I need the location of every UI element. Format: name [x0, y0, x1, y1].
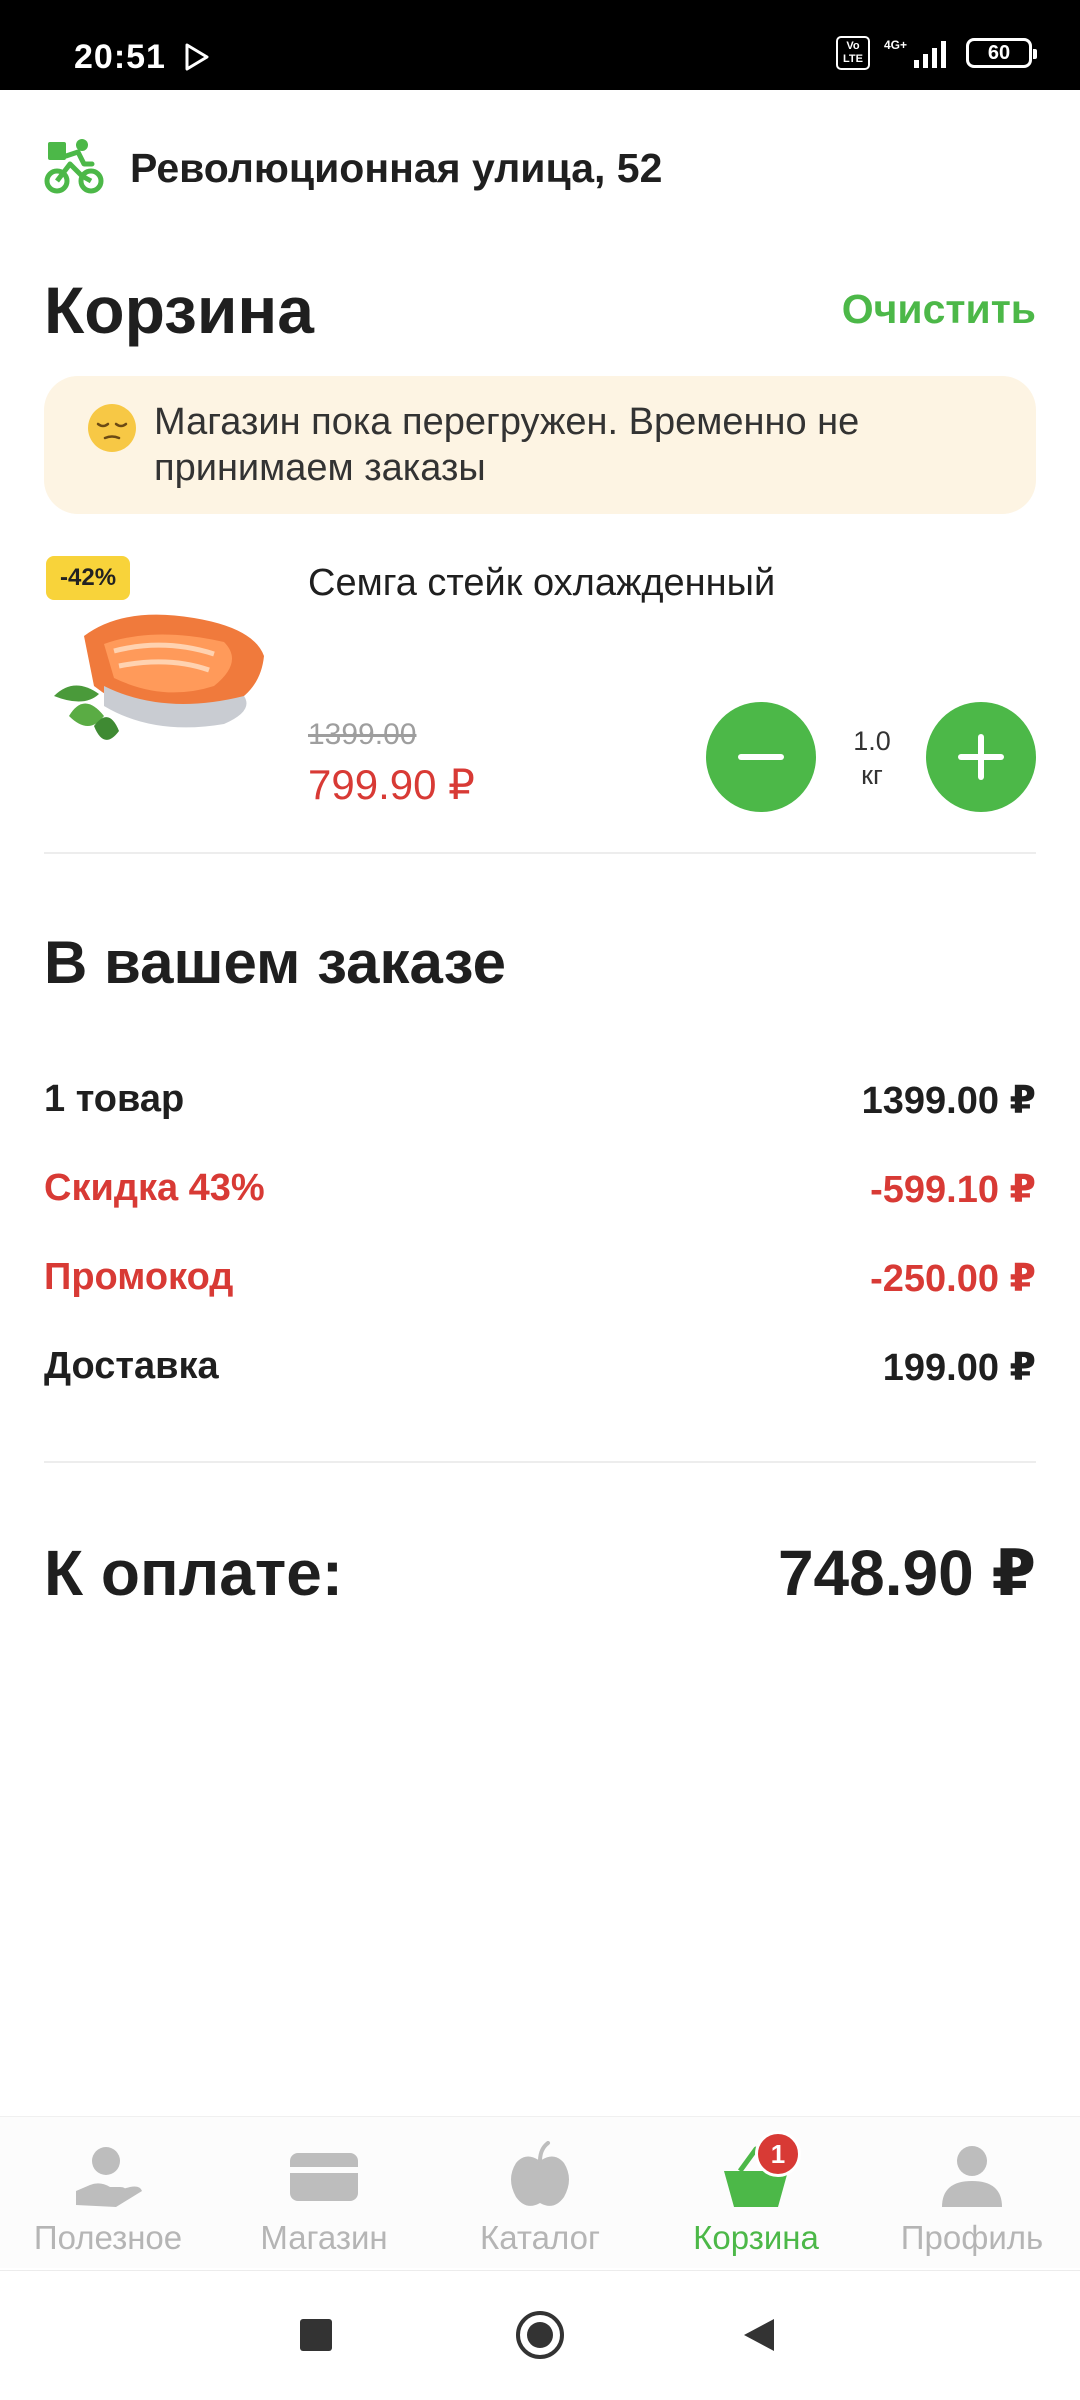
summary-label: Скидка 43%	[44, 1167, 265, 1209]
hand-heart-icon	[63, 2137, 153, 2217]
play-store-icon	[183, 43, 211, 76]
basket-icon: 1	[711, 2131, 801, 2217]
summary-label: 1 товар	[44, 1078, 185, 1120]
quantity-unit: кг	[861, 760, 883, 790]
product-name[interactable]: Семга стейк охлажденный	[308, 562, 775, 605]
cart-count-badge: 1	[755, 2131, 801, 2177]
tab-label: Профиль	[900, 2219, 1044, 2256]
summary-value: -599.10 ₽	[870, 1169, 1036, 1211]
home-button[interactable]	[516, 2311, 564, 2359]
increase-quantity-button[interactable]	[926, 702, 1036, 812]
summary-label: Промокод	[44, 1256, 234, 1298]
tab-label: Корзина	[693, 2219, 819, 2256]
summary-value: -250.00 ₽	[870, 1258, 1036, 1300]
cart-item: -42% Семга стейк охлажденный 1399.00 799…	[44, 556, 1036, 856]
minus-icon	[738, 754, 784, 760]
summary-label: Доставка	[44, 1345, 219, 1387]
decrease-quantity-button[interactable]	[706, 702, 816, 812]
tab-store[interactable]: Магазин	[216, 2117, 432, 2269]
summary-row-discount: Скидка 43% -599.10 ₽	[44, 1167, 1036, 1212]
discount-badge: -42%	[46, 556, 131, 600]
notice-text: Магазин пока перегружен. Временно не при…	[154, 401, 860, 489]
network-type: 4G+	[883, 38, 907, 52]
divider	[44, 1461, 1036, 1463]
back-icon	[744, 2319, 774, 2351]
address-text: Революционная улица, 52	[130, 145, 663, 191]
tab-label: Магазин	[260, 2219, 388, 2256]
courier-bike-icon	[44, 136, 104, 201]
system-navigation-bar	[0, 2270, 1080, 2400]
divider	[44, 852, 1036, 854]
total-value: 748.90 ₽	[777, 1537, 1036, 1609]
tab-label: Каталог	[480, 2219, 600, 2256]
tab-catalog[interactable]: Каталог	[432, 2117, 648, 2269]
status-bar: 20:51 Vo LTE 4G+ 60	[0, 0, 1080, 90]
summary-value: 199.00 ₽	[882, 1347, 1036, 1389]
bottom-tab-bar: Полезное Магазин Каталог 1 Корзина Профи…	[0, 2116, 1080, 2268]
tab-label: Полезное	[33, 2219, 183, 2256]
clear-cart-button[interactable]: Очистить	[842, 286, 1036, 333]
tab-cart[interactable]: 1 Корзина	[648, 2117, 864, 2269]
summary-row-items: 1 товар 1399.00 ₽	[44, 1078, 1036, 1123]
volte-icon: Vo LTE	[835, 36, 870, 70]
summary-value: 1399.00 ₽	[861, 1080, 1036, 1122]
summary-row-delivery: Доставка 199.00 ₽	[44, 1345, 1036, 1390]
status-time: 20:51	[74, 38, 166, 76]
tab-profile[interactable]: Профиль	[864, 2117, 1080, 2269]
delivery-address[interactable]: Революционная улица, 52	[44, 136, 662, 201]
total-label: К оплате:	[44, 1537, 344, 1609]
status-icons: Vo LTE 4G+ 60	[835, 36, 1037, 70]
quantity-display: 1.0 кг	[834, 724, 910, 792]
apple-icon	[495, 2137, 585, 2217]
battery-icon: 60	[966, 38, 1037, 68]
signal-icon: 4G+	[884, 38, 952, 68]
recent-apps-button[interactable]	[300, 2319, 332, 2351]
summary-row-promocode: Промокод -250.00 ₽	[44, 1256, 1036, 1301]
page-title: Корзина	[44, 273, 314, 347]
battery-level: 60	[987, 41, 1011, 64]
quantity-value: 1.0	[853, 726, 891, 756]
plus-icon	[958, 734, 1004, 780]
store-overloaded-notice: Магазин пока перегружен. Временно не при…	[44, 376, 1036, 514]
tab-useful[interactable]: Полезное	[0, 2117, 216, 2269]
person-icon	[927, 2137, 1017, 2217]
total-row: К оплате: 748.90 ₽	[44, 1536, 1036, 1611]
order-summary-title: В вашем заказе	[44, 929, 507, 996]
new-price: 799.90 ₽	[308, 761, 475, 808]
old-price: 1399.00	[308, 718, 417, 751]
card-icon	[279, 2137, 369, 2217]
pensive-face-icon	[88, 404, 136, 452]
back-button[interactable]	[740, 2315, 780, 2360]
